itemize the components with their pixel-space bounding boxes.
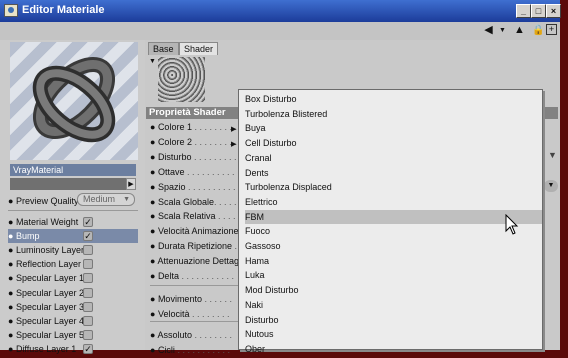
dropdown-toggle-icon[interactable]: ▼ <box>544 180 558 192</box>
channel-row[interactable]: ● Specular Layer 3 <box>8 300 138 314</box>
channel-checkbox[interactable]: ✓ <box>83 217 93 227</box>
shader-property: ● Scala Globale. . . . . . <box>150 196 242 207</box>
shader-property: ● Movimento . . . . . . <box>150 293 232 304</box>
shader-property: ● Velocità . . . . . . . . <box>150 308 230 319</box>
dropdown-item[interactable]: Hama <box>245 254 542 269</box>
dropdown-item[interactable]: Turbolenza Blistered <box>245 107 542 122</box>
dropdown-item[interactable]: Gassoso <box>245 239 542 254</box>
tab-shader[interactable]: Shader <box>179 42 219 55</box>
channel-label: ● Specular Layer 5 <box>8 329 84 340</box>
shader-property: ● Colore 2 . . . . . . . . . <box>150 136 237 147</box>
channel-row[interactable]: ● Diffuse Layer 1 ✓ <box>8 342 138 356</box>
dropdown-item[interactable]: Buya <box>245 121 542 136</box>
channel-label: ● Specular Layer 3 <box>8 301 84 312</box>
dropdown-item[interactable]: Turbolenza Displaced <box>245 180 542 195</box>
shader-property: ● Ottave . . . . . . . . . . <box>150 166 235 177</box>
dropdown-arrow-icon[interactable]: ▼ <box>496 24 509 37</box>
dropdown-item[interactable]: Elettrico <box>245 195 542 210</box>
mouse-cursor-icon <box>505 214 519 235</box>
channel-label: ● Bump <box>8 231 40 242</box>
shader-property: ● Attenuazione Dettagli <box>150 256 244 267</box>
slider-arrow-icon[interactable]: ▶ <box>126 178 136 190</box>
dropdown-item[interactable]: Cranal <box>245 151 542 166</box>
close-button[interactable]: × <box>546 4 561 18</box>
up-arrow-icon[interactable]: ▲ <box>513 24 526 37</box>
shader-thumbnail[interactable] <box>158 57 205 102</box>
dropdown-item[interactable]: Ober <box>245 342 542 357</box>
tab-base[interactable]: Base <box>148 42 179 55</box>
preview-slider[interactable] <box>10 178 126 190</box>
shader-property: ● Colore 1 . . . . . . . . . <box>150 122 237 132</box>
dropdown-item[interactable]: FBM <box>245 209 542 225</box>
dropdown-item[interactable]: Disturbo <box>245 313 542 328</box>
dropdown-item[interactable]: Box Disturbo <box>245 92 542 107</box>
shader-property: ● Velocità Animazione <box>150 226 239 237</box>
window-title: Editor Materiale <box>22 4 105 16</box>
material-preview[interactable] <box>10 42 138 160</box>
channel-row[interactable]: ● Bump ✓ <box>8 229 138 244</box>
channel-label: ● Luminosity Layer <box>8 245 84 256</box>
preview-quality-label: ● Preview Quality <box>8 196 79 206</box>
shader-property: ● Scala Relativa . . . . . <box>150 211 241 222</box>
dropdown-item[interactable]: Naki <box>245 298 542 313</box>
dropdown-item[interactable]: Dents <box>245 166 542 181</box>
rings-preview-icon <box>32 56 116 143</box>
channel-label: ● Specular Layer 1 <box>8 273 84 284</box>
app-icon <box>4 4 18 17</box>
maximize-button[interactable]: □ <box>531 4 546 18</box>
channel-row[interactable]: ● Luminosity Layer <box>8 243 138 257</box>
channel-checkbox[interactable] <box>83 301 93 312</box>
channel-label: ● Reflection Layer <box>8 259 81 270</box>
shader-property: ● Durata Ripetizione . . <box>150 241 242 252</box>
divider <box>150 285 240 286</box>
channel-label: ● Specular Layer 2 <box>8 287 84 298</box>
material-name-field[interactable]: VrayMaterial <box>10 164 136 176</box>
channel-row[interactable]: ● Specular Layer 1 <box>8 271 138 285</box>
lock-icon[interactable]: 🔒 <box>532 24 545 37</box>
channel-row[interactable]: ● Reflection Layer <box>8 257 138 271</box>
channel-checkbox[interactable] <box>83 273 93 284</box>
channel-label: ● Material Weight <box>8 217 79 227</box>
back-arrow-icon[interactable]: ◀ <box>482 24 495 37</box>
channel-checkbox[interactable]: ✓ <box>83 231 93 242</box>
shader-property: ● Spazio . . . . . . . . . . <box>150 181 236 192</box>
shader-menu-arrow-icon[interactable]: ▼ <box>149 58 156 65</box>
title-bar[interactable]: Editor Materiale <box>0 0 560 22</box>
minimize-button[interactable]: _ <box>516 4 531 18</box>
divider <box>8 210 138 211</box>
channel-label: ● Specular Layer 4 <box>8 315 84 326</box>
channel-checkbox[interactable]: ✓ <box>83 343 93 354</box>
channel-row[interactable]: ● Specular Layer 4 <box>8 314 138 328</box>
dropdown-item[interactable]: Fuoco <box>245 224 542 239</box>
noise-type-dropdown: Box Disturbo Turbolenza Blistered Buya Cell… <box>238 89 543 354</box>
chevron-down-icon: ▼ <box>123 196 130 203</box>
channel-row[interactable]: ● Material Weight ✓ <box>8 215 138 229</box>
divider <box>150 321 240 322</box>
dropdown-item[interactable]: Mod Disturbo <box>245 283 542 298</box>
channel-label: ● Diffuse Layer 1 <box>8 343 77 354</box>
color1-arrow-icon[interactable]: ▶ <box>231 125 236 133</box>
dropdown-item[interactable]: Cell Disturbo <box>245 136 542 151</box>
shader-property: ● Delta . . . . . . . . . . . <box>150 271 234 281</box>
channel-checkbox[interactable] <box>83 329 93 340</box>
new-panel-icon[interactable]: + <box>546 24 557 35</box>
shader-property: ● Cicli . . . . . . . . . . . <box>150 344 230 355</box>
channel-checkbox[interactable] <box>83 287 93 298</box>
toolbar: ◀ ▼ ▲ 🔒 + <box>0 22 560 41</box>
preview-quality-select[interactable]: Medium ▼ <box>77 193 135 206</box>
color2-arrow-icon[interactable]: ▶ <box>231 140 236 148</box>
shader-property: ● Disturbo . . . . . . . . . <box>150 151 237 162</box>
dropdown-item[interactable]: Nutous <box>245 327 542 342</box>
expand-icon[interactable]: ▼ <box>548 150 557 160</box>
shader-property: ● Assoluto . . . . . . . . <box>150 329 232 340</box>
channel-row[interactable]: ● Specular Layer 2 <box>8 286 138 300</box>
dropdown-item[interactable]: Luka <box>245 268 542 283</box>
channel-checkbox[interactable] <box>83 315 93 326</box>
channel-row[interactable]: ● Specular Layer 5 <box>8 328 138 342</box>
channel-checkbox[interactable] <box>83 259 93 270</box>
channel-checkbox[interactable] <box>83 245 93 256</box>
